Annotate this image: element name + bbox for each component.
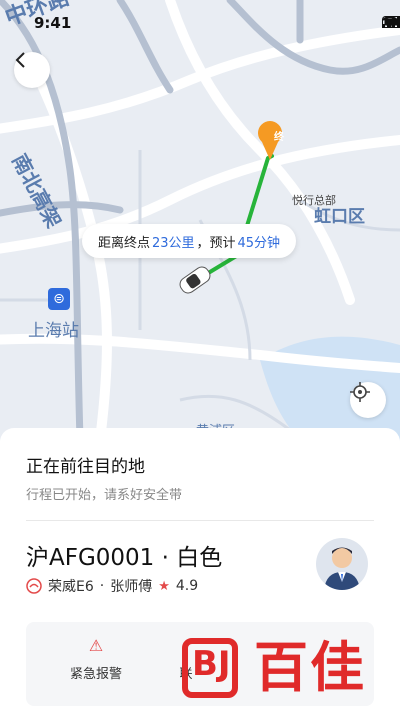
star-icon: ★ <box>158 578 170 594</box>
train-station-icon: ⊜ <box>48 288 70 310</box>
emergency-label: 紧急报警 <box>69 667 122 682</box>
map-label-station: 上海站 <box>28 321 79 341</box>
eta-separator: ，预计 <box>196 235 236 251</box>
dot-separator: · <box>99 578 105 594</box>
distance-value: 23公里 <box>151 235 195 251</box>
vehicle-info-row: 荣威E6 · 张师傅 ★ 4.9 <box>26 576 198 596</box>
locate-button[interactable] <box>350 382 386 418</box>
chevron-left-icon <box>15 52 25 68</box>
battery-icon <box>382 16 400 28</box>
divider <box>26 520 374 521</box>
destination-marker-text: 终 <box>274 132 284 143</box>
trip-info-bubble: 距离终点 23公里 ，预计 45分钟 <box>82 224 296 258</box>
plate-and-color: 沪AFG0001 · 白色 <box>26 545 223 571</box>
car-model: 荣威E6 <box>48 579 94 595</box>
map-label-poi: 悦行总部 <box>292 194 336 207</box>
distance-label: 距离终点 <box>97 235 150 251</box>
watermark-text: 百佳 <box>254 636 366 699</box>
person-icon <box>324 547 360 590</box>
trip-status-title: 正在前往目的地 <box>26 457 145 477</box>
driver-avatar[interactable] <box>316 538 368 590</box>
back-button[interactable] <box>14 52 50 88</box>
crosshair-icon <box>350 382 370 402</box>
watermark-logo: BJ 百佳 <box>182 632 394 708</box>
driver-rating: 4.9 <box>175 578 199 594</box>
trip-status-subtitle: 行程已开始，请系好安全带 <box>26 488 183 503</box>
eta-value: 45分钟 <box>237 235 281 251</box>
driver-name: 张师傅 <box>110 579 153 595</box>
car-marker <box>179 266 211 294</box>
watermark-letters: BJ <box>192 644 231 684</box>
car-brand-icon <box>26 578 42 594</box>
status-time: 9:41 <box>34 14 72 32</box>
map-view[interactable]: 终 中环路 南北高架 虹口区 悦行总部 ⊜ 上海站 黄浦区 9:41 距离终点 … <box>0 0 400 440</box>
